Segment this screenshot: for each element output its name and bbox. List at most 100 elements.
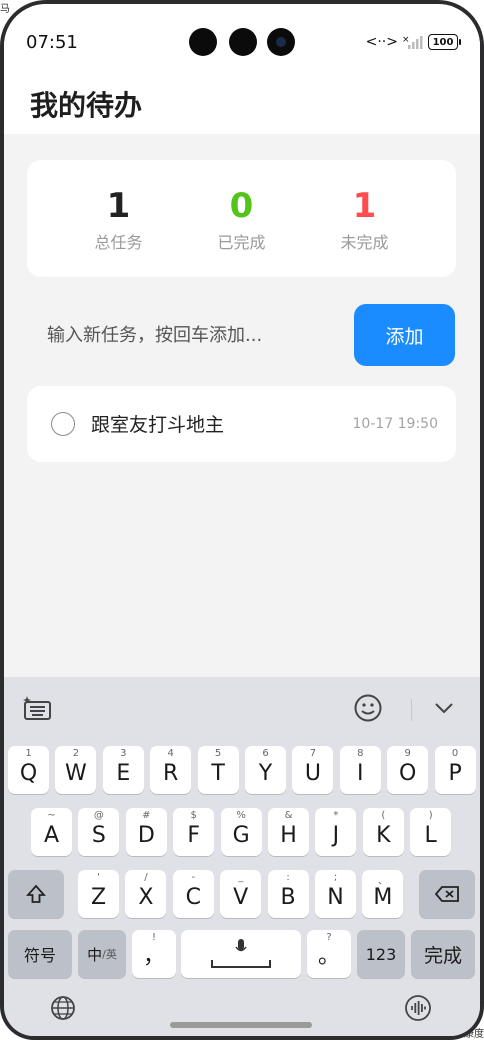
done-key[interactable]: 完成: [411, 930, 475, 978]
key-label: V: [233, 885, 249, 910]
key-sub-label: (: [381, 810, 386, 821]
key-label: H: [280, 823, 297, 848]
symbols-key[interactable]: 符号: [8, 930, 72, 978]
key-b[interactable]: :B: [267, 870, 309, 918]
globe-icon[interactable]: [48, 993, 78, 1023]
stat-total: 1 总任务: [69, 185, 169, 253]
language-switch-key[interactable]: 中/英: [78, 930, 126, 978]
camera-icon: [189, 28, 217, 56]
task-time: 10-17 19:50: [352, 416, 438, 432]
key-sub-label: /: [144, 872, 148, 883]
stat-completed-label: 已完成: [217, 232, 266, 252]
add-task-button[interactable]: 添加: [354, 304, 455, 366]
status-time: 07:51: [26, 32, 78, 53]
key-label: S: [91, 823, 106, 848]
key-sub-label: 9: [404, 748, 411, 759]
key-sub-label: ;: [333, 872, 338, 883]
key-sub-label: @: [93, 810, 104, 821]
status-bar: 07:51 <··> × 100: [4, 4, 480, 84]
key-label: E: [116, 761, 131, 786]
home-indicator[interactable]: [170, 1022, 312, 1028]
stat-total-value: 1: [106, 185, 131, 226]
stat-pending-value: 1: [352, 185, 377, 226]
backspace-key[interactable]: [419, 870, 475, 918]
key-j[interactable]: * J: [315, 808, 357, 856]
key-u[interactable]: 7U: [292, 746, 334, 794]
key-x[interactable]: / X: [125, 870, 167, 918]
language-english-label: /英: [102, 948, 117, 961]
key-sub-label: 7: [309, 748, 317, 759]
stat-completed: 0 已完成: [192, 185, 292, 253]
key-sub-label: %: [236, 810, 246, 821]
key-label: I: [357, 761, 364, 786]
key-sub-label: 4: [167, 748, 174, 759]
key-i[interactable]: 8I: [339, 746, 381, 794]
key-label: C: [185, 885, 201, 910]
key-r[interactable]: 4R: [150, 746, 192, 794]
key-label: Y: [258, 761, 273, 786]
microphone-icon: [181, 930, 301, 978]
key-label: Q: [19, 761, 38, 786]
key-y[interactable]: 6Y: [245, 746, 286, 794]
key-t[interactable]: 5T: [197, 746, 239, 794]
key-label: B: [280, 885, 296, 910]
key-label: L: [424, 823, 437, 848]
collapse-keyboard-icon[interactable]: [427, 691, 461, 725]
keyboard-settings-icon[interactable]: [20, 691, 54, 725]
key-e[interactable]: 3E: [102, 746, 144, 794]
key-f[interactable]: $ F: [173, 808, 215, 856]
data-transfer-icon: <··>: [365, 34, 398, 50]
key-k[interactable]: (K: [362, 808, 404, 856]
key-l[interactable]: ) L: [410, 808, 452, 856]
key-h[interactable]: & H: [268, 808, 309, 856]
key-label: O: [399, 761, 417, 786]
backspace-icon: [419, 870, 475, 918]
svg-text:×: ×: [402, 35, 410, 45]
task-item[interactable]: 跟室友打斗地主 10-17 19:50: [27, 386, 456, 462]
key-label: F: [187, 823, 201, 848]
key-label: A: [43, 823, 60, 848]
key-c[interactable]: -C: [172, 870, 214, 918]
key-q[interactable]: 1Q: [8, 746, 49, 794]
period-label: 。: [317, 944, 340, 969]
key-sub-label: 5: [214, 748, 222, 759]
voice-input-icon[interactable]: [403, 993, 433, 1023]
key-label: G: [232, 823, 250, 848]
key-label: M: [373, 885, 393, 910]
space-bar-icon: [211, 960, 271, 968]
key-s[interactable]: @ S: [78, 808, 120, 856]
key-w[interactable]: 2W: [55, 746, 97, 794]
key-sub-label: 2: [72, 748, 80, 759]
key-sub-label: :: [286, 872, 290, 883]
key-sub-label: ': [97, 872, 100, 883]
space-key[interactable]: [181, 930, 301, 978]
soft-keyboard: 1Q2W3E4R5T6Y7U8I9O0P ~ A @ S # D $ F% G & H * J(K) L …: [4, 677, 480, 1036]
new-task-input[interactable]: [27, 304, 347, 366]
key-a[interactable]: ~ A: [31, 808, 72, 856]
camera-lens-icon: [267, 28, 295, 56]
key-g[interactable]: % G: [220, 808, 262, 856]
comma-label: ，: [142, 944, 165, 969]
key-z[interactable]: ' Z: [78, 870, 119, 918]
key-p[interactable]: 0P: [434, 746, 476, 794]
key-v[interactable]: _ V: [220, 870, 262, 918]
key-label: T: [211, 761, 225, 786]
language-chinese-label: 中: [87, 945, 103, 964]
key-o[interactable]: 9O: [387, 746, 429, 794]
key-m[interactable]: 、 M: [362, 870, 404, 918]
numbers-key[interactable]: 123: [357, 930, 405, 978]
comma-key[interactable]: ! ，: [132, 930, 176, 978]
battery-icon: 100: [428, 34, 461, 50]
key-sub-label: #: [142, 810, 151, 821]
key-sub-label: ~: [47, 810, 56, 821]
task-checkbox[interactable]: [51, 412, 75, 436]
toolbar-divider: [411, 699, 412, 721]
key-sub-label: 1: [25, 748, 32, 759]
emoji-icon[interactable]: [351, 691, 385, 725]
key-n[interactable]: ; N: [315, 870, 356, 918]
page-title: 我的待办: [30, 89, 143, 122]
stat-pending-label: 未完成: [340, 232, 389, 252]
period-key[interactable]: ? 。: [307, 930, 351, 978]
key-d[interactable]: # D: [125, 808, 167, 856]
shift-key[interactable]: [8, 870, 64, 918]
